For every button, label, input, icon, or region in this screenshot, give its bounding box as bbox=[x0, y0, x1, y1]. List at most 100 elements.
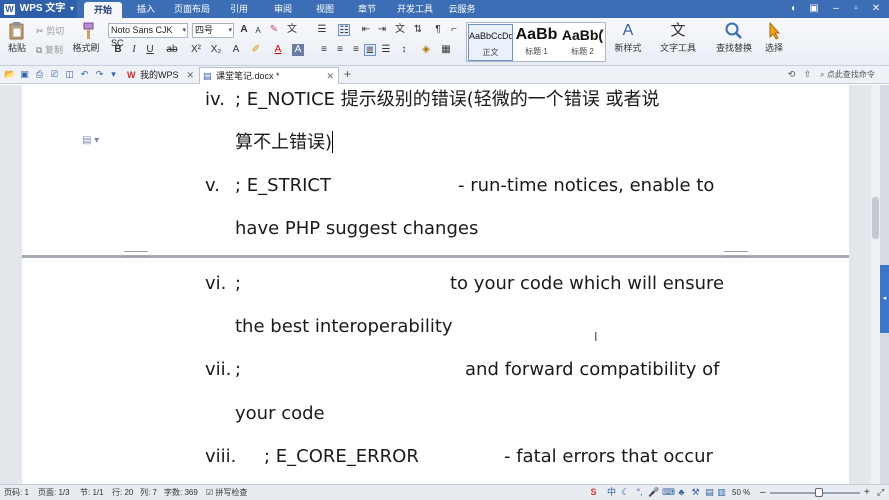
zoom-out-icon[interactable]: – bbox=[760, 485, 766, 500]
tab-cloud[interactable]: 云服务 bbox=[444, 0, 480, 18]
shrink-font-icon[interactable]: A bbox=[252, 25, 264, 37]
clear-format-icon[interactable]: ✎ bbox=[268, 24, 280, 36]
close-icon[interactable]: ✕ bbox=[326, 68, 334, 84]
ime-keyboard-icon[interactable]: ⌨ bbox=[662, 487, 675, 498]
shading-icon[interactable]: ◈ bbox=[420, 44, 432, 56]
align-left-icon[interactable]: ≡ bbox=[318, 44, 330, 56]
format-painter-button[interactable]: 格式刷 bbox=[72, 21, 100, 54]
skin-icon[interactable]: ◐ bbox=[788, 3, 800, 15]
zoom-level[interactable]: 50 % bbox=[732, 485, 750, 500]
sort-icon[interactable]: ⇅ bbox=[412, 24, 424, 36]
vertical-scrollbar[interactable] bbox=[871, 85, 880, 484]
page[interactable] bbox=[22, 85, 849, 484]
redo-icon[interactable]: ↷ bbox=[94, 69, 105, 80]
justify-icon[interactable]: ≣ bbox=[364, 44, 376, 56]
document-text-line[interactable]: to your code which will ensure bbox=[450, 272, 724, 296]
phonetic-icon[interactable]: 文 bbox=[286, 24, 298, 36]
tab-developer[interactable]: 开发工具 bbox=[392, 0, 438, 18]
select-button[interactable]: 选择 bbox=[760, 21, 788, 54]
status-word-count[interactable]: 字数: 369 bbox=[164, 485, 198, 500]
quick-icon[interactable]: ⟲ bbox=[786, 69, 797, 80]
ime-tools-icon[interactable]: ⚒ bbox=[690, 487, 701, 498]
paste-options-icon[interactable]: ▤ ▾ bbox=[82, 135, 99, 146]
maximize-icon[interactable]: ▫ bbox=[850, 3, 862, 15]
ime-mic-icon[interactable]: 🎤 bbox=[648, 487, 659, 498]
document-text-line[interactable]: the best interoperability bbox=[235, 315, 453, 339]
restore-ribbon-icon[interactable]: ▣ bbox=[808, 3, 820, 15]
ime-punct-icon[interactable]: °, bbox=[634, 487, 645, 498]
underline-icon[interactable]: U bbox=[144, 44, 156, 56]
save-icon[interactable]: ▣ bbox=[19, 69, 30, 80]
distributed-icon[interactable]: ☰ bbox=[380, 44, 392, 56]
tab-class-notes[interactable]: ▤ 课堂笔记.docx * ✕ bbox=[199, 67, 339, 84]
tab-review[interactable]: 审阅 bbox=[266, 0, 300, 18]
find-replace-button[interactable]: 查找替换 bbox=[712, 21, 756, 54]
cut-button[interactable]: ✂ 剪切 bbox=[36, 24, 64, 37]
char-border-icon[interactable]: A bbox=[292, 44, 304, 56]
superscript-icon[interactable]: X² bbox=[190, 44, 202, 56]
tab-insert[interactable]: 插入 bbox=[128, 0, 164, 18]
open-icon[interactable]: 📂 bbox=[4, 69, 15, 80]
document-text-line[interactable]: ; E_NOTICE 提示级别的错误(轻微的一个错误 或者说 bbox=[235, 88, 660, 112]
strikethrough-icon[interactable]: ab bbox=[166, 44, 178, 56]
zoom-slider-thumb[interactable] bbox=[815, 488, 823, 497]
close-icon[interactable]: ✕ bbox=[870, 3, 882, 15]
ime-moon-icon[interactable]: ☾ bbox=[620, 487, 631, 498]
style-normal[interactable]: AaBbCcDd 正文 bbox=[468, 24, 513, 61]
font-name-select[interactable]: Noto Sans CJK SC ▾ bbox=[108, 23, 188, 48]
align-center-icon[interactable]: ≡ bbox=[334, 44, 346, 56]
document-text-line[interactable]: have PHP suggest changes bbox=[235, 217, 478, 241]
decrease-indent-icon[interactable]: ⇤ bbox=[360, 24, 372, 36]
document-text-line[interactable]: ; E_CORE_ERROR bbox=[264, 445, 419, 469]
style-heading-1[interactable]: AaBb 标题 1 bbox=[514, 24, 559, 61]
print-icon[interactable]: ⎚ bbox=[49, 69, 60, 80]
increase-indent-icon[interactable]: ⇥ bbox=[376, 24, 388, 36]
view-page-icon[interactable]: ▤ bbox=[704, 487, 715, 498]
fit-icon[interactable]: ⤢ bbox=[877, 485, 884, 500]
subscript-icon[interactable]: X₂ bbox=[210, 44, 222, 56]
tab-stops-icon[interactable]: ⌐ bbox=[448, 24, 460, 36]
status-pages[interactable]: 页面: 1/3 bbox=[38, 485, 70, 500]
bullet-list-icon[interactable]: ☰ bbox=[316, 24, 328, 36]
document-text-line[interactable]: ; E_STRICT bbox=[235, 174, 331, 198]
bold-icon[interactable]: B bbox=[112, 44, 124, 56]
close-icon[interactable]: ✕ bbox=[186, 67, 194, 83]
tab-chapter[interactable]: 章节 bbox=[350, 0, 384, 18]
side-panel-toggle[interactable]: ◂ bbox=[880, 265, 889, 333]
spellcheck-toggle[interactable]: ☑ 拼写检查 bbox=[206, 485, 247, 500]
tab-home[interactable]: 开始 bbox=[84, 2, 122, 18]
customize-icon[interactable]: ▾ bbox=[108, 69, 119, 80]
line-spacing-icon[interactable]: ↕ bbox=[398, 44, 410, 56]
zoom-in-icon[interactable]: + bbox=[864, 485, 870, 500]
numbered-list-icon[interactable]: ☷ bbox=[338, 24, 350, 36]
document-text-line[interactable]: - fatal errors that occur bbox=[504, 445, 713, 469]
text-tools-button[interactable]: 文 文字工具 bbox=[656, 21, 700, 54]
ime-chinese-icon[interactable]: 中 bbox=[606, 487, 617, 498]
document-text-line[interactable]: 算不上错误) bbox=[235, 131, 334, 155]
borders-icon[interactable]: ▦ bbox=[440, 44, 452, 56]
italic-icon[interactable]: I bbox=[128, 44, 140, 56]
tab-page-layout[interactable]: 页面布局 bbox=[170, 0, 214, 18]
tab-my-wps[interactable]: W 我的WPS ✕ bbox=[124, 67, 198, 84]
print-preview-icon[interactable]: ◫ bbox=[64, 69, 75, 80]
undo-icon[interactable]: ↶ bbox=[79, 69, 90, 80]
document-text-line[interactable]: your code bbox=[235, 402, 325, 426]
show-marks-icon[interactable]: ¶ bbox=[432, 24, 444, 36]
export-pdf-icon[interactable]: ⎙ bbox=[34, 69, 45, 80]
minimize-icon[interactable]: – bbox=[830, 3, 842, 15]
gallery-more-icon[interactable]: ▾ bbox=[598, 26, 606, 38]
copy-button[interactable]: ⧉ 复制 bbox=[36, 43, 63, 56]
chinese-layout-icon[interactable]: 文 bbox=[394, 24, 406, 36]
ime-skin-icon[interactable]: ♣ bbox=[676, 487, 687, 498]
share-icon[interactable]: ⇧ bbox=[802, 69, 813, 80]
new-style-button[interactable]: A 新样式 bbox=[610, 21, 646, 54]
view-reading-icon[interactable]: ▥ bbox=[716, 487, 727, 498]
font-color-icon[interactable]: A bbox=[272, 44, 284, 56]
text-effect-icon[interactable]: A bbox=[230, 44, 242, 56]
paste-button[interactable]: 粘贴 bbox=[4, 21, 30, 54]
scrollbar-thumb[interactable] bbox=[872, 197, 879, 239]
document-text-line[interactable]: ; bbox=[235, 272, 241, 296]
document-text-line[interactable]: and forward compatibility of bbox=[465, 358, 720, 382]
new-tab-icon[interactable]: + bbox=[342, 68, 353, 80]
command-search[interactable]: ⌕ 点此查找命令 bbox=[820, 68, 875, 81]
